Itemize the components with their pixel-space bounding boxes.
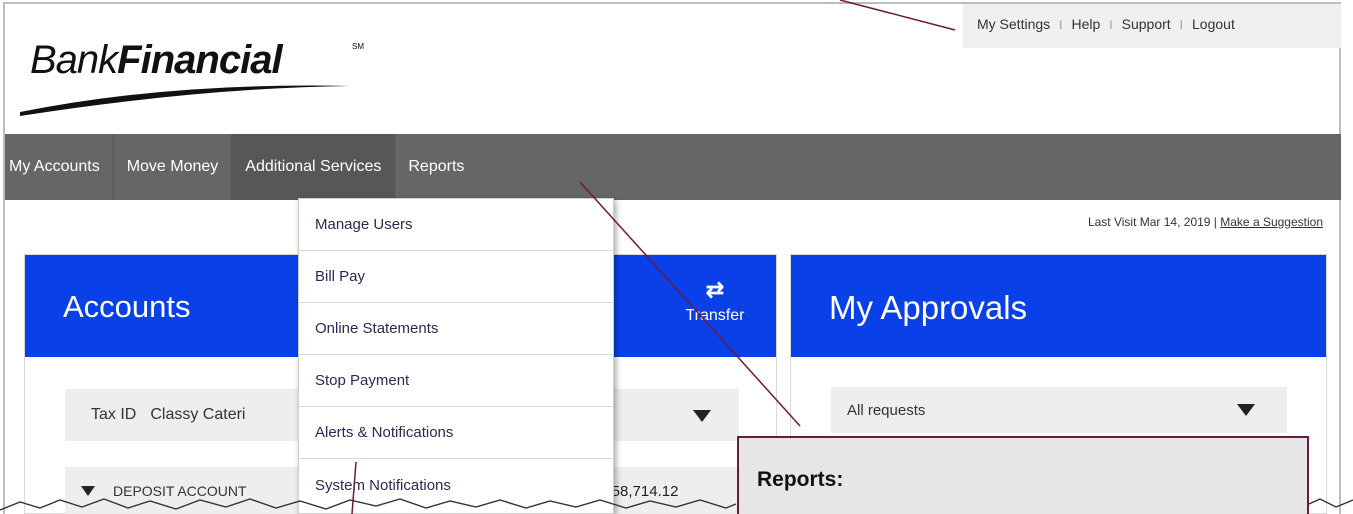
link-separator: I xyxy=(1109,18,1113,32)
last-visit-line: Last Visit Mar 14, 2019 | Make a Suggest… xyxy=(1088,215,1323,229)
nav-move-money[interactable]: Move Money xyxy=(114,134,233,200)
requests-filter-select[interactable]: All requests xyxy=(831,387,1287,433)
transfer-button[interactable]: ⇄ Transfer xyxy=(670,277,760,325)
link-separator: I xyxy=(1179,18,1184,32)
last-visit-text: Last Visit Mar 14, 2019 | xyxy=(1087,215,1221,229)
nav-additional-services[interactable]: Additional Services xyxy=(232,134,396,200)
reports-callout: Reports: xyxy=(737,436,1309,514)
logo-swoosh-icon xyxy=(20,85,350,116)
approvals-header: My Approvals xyxy=(791,255,1326,357)
menu-item-stop-payment[interactable]: Stop Payment xyxy=(299,355,613,407)
approvals-title: My Approvals xyxy=(829,289,1028,326)
help-link[interactable]: Help xyxy=(1071,16,1100,32)
deposit-account-label: DEPOSIT ACCOUNT xyxy=(113,483,247,499)
accounts-title: Accounts xyxy=(63,289,191,324)
make-suggestion-link[interactable]: Make a Suggestion xyxy=(1220,215,1323,229)
logout-link[interactable]: Logout xyxy=(1192,16,1235,32)
requests-filter-value: All requests xyxy=(847,401,926,419)
tax-id-label: Tax ID xyxy=(91,406,137,423)
menu-item-alerts-notifications[interactable]: Alerts & Notifications xyxy=(299,407,613,459)
my-settings-link[interactable]: My Settings xyxy=(977,16,1050,32)
callout-title: Reports: xyxy=(757,468,844,491)
tax-id-value: Classy Cateri xyxy=(150,406,246,423)
bank-logo[interactable]: BankFinancial SM xyxy=(20,38,370,118)
nav-my-accounts[interactable]: My Accounts xyxy=(5,134,114,200)
utility-links: My Settings I Help I Support I Logout xyxy=(963,4,1341,48)
chevron-down-icon xyxy=(693,410,711,422)
nav-reports[interactable]: Reports xyxy=(395,134,477,200)
main-nav: My Accounts Move Money Additional Servic… xyxy=(5,134,1341,200)
link-separator: I xyxy=(1059,18,1063,32)
chevron-down-icon xyxy=(1237,404,1255,416)
transfer-label: Transfer xyxy=(685,307,745,324)
menu-item-bill-pay[interactable]: Bill Pay xyxy=(299,251,613,303)
support-link[interactable]: Support xyxy=(1122,16,1171,32)
menu-item-manage-users[interactable]: Manage Users xyxy=(299,199,613,251)
additional-services-menu: Manage Users Bill Pay Online Statements … xyxy=(298,198,614,514)
menu-item-system-notifications[interactable]: System Notifications xyxy=(299,459,613,511)
collapse-triangle-icon[interactable] xyxy=(81,486,95,496)
logo-wordmark: BankFinancial xyxy=(30,38,283,82)
menu-item-online-statements[interactable]: Online Statements xyxy=(299,303,613,355)
swap-arrows-icon: ⇄ xyxy=(705,277,725,302)
service-mark: SM xyxy=(352,42,364,51)
